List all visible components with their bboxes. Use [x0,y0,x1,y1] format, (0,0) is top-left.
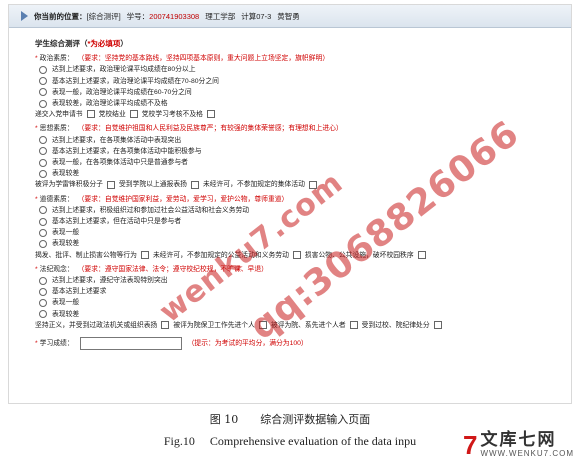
radio-button[interactable] [39,287,47,296]
location-value: [综合测评] [86,11,121,21]
section-requirement: （要求：坚持党的基本路线，坚持四项基本原则，重大问题上立场坚定，旗帜鲜明） [77,55,330,63]
logo-text: 文库七网 WWW.WENKU7.COM [480,430,574,459]
radio-button[interactable] [39,158,47,167]
score-label: 学习成绩： [39,339,74,347]
radio-button[interactable] [39,99,47,108]
checkbox[interactable] [106,180,115,189]
radio-label: 表现较差，政治理论课平均成绩不及格 [52,100,168,108]
radio-button[interactable] [39,77,47,86]
radio-button[interactable] [39,299,47,308]
checkbox-label: 未经许可，不参加规定的集体活动 [202,181,305,189]
radio-option[interactable]: 基本达到上述要求，政治理论课平均成绩在70-80分之间 [35,76,571,87]
dept: 理工学部 [205,11,236,21]
checkbox[interactable] [129,110,138,119]
section-label: 政治素质： [39,55,74,63]
extra-checkboxes: 揭发、批评、制止损害公物等行为 未经许可，不参加规定的公益活动和义务劳动 损害公物、… [35,250,571,261]
location-label: 你当前的位置： [34,11,87,21]
extra-checkboxes: 递交入党申请书 党校结业 党校学习考核不及格 [35,109,571,120]
radio-button[interactable] [39,217,47,226]
checkbox-label: 受到过校、院纪律处分 [361,321,430,329]
checkbox[interactable] [417,250,426,259]
radio-label: 达到上述要求，遵纪守法表现特别突出 [52,277,168,285]
radio-button[interactable] [39,147,47,156]
radio-option[interactable]: 表现较差 [35,238,571,249]
site-logo: 7 文库七网 WWW.WENKU7.COM [462,429,574,460]
logo-mark: 7 [462,429,478,460]
radio-button[interactable] [39,276,47,285]
extra-checkboxes: 坚持正义，并受到过政法机关或组织表扬 被评为院保卫工作先进个人 被评为院、系先进个人… [35,320,571,331]
student-name: 黄智勇 [277,11,300,21]
radio-label: 基本达到上述要求 [52,288,107,296]
form-title-text: 学生综合测评（ [35,39,88,48]
radio-label: 表现一般 [52,229,80,237]
checkbox-label: 受到学院以上通报表扬 [118,181,187,189]
caption-cn: 图 10 综合测评数据输入页面 [209,413,371,426]
checkbox-label: 被评为学雷锋积极分子 [35,181,103,189]
radio-label: 达到上述要求，在各项集体活动中表现突出 [52,136,182,144]
radio-label: 表现较差 [52,310,80,318]
location-bar: 你当前的位置： [综合测评] 学号： 200741903308 理工学部 计算0… [9,5,571,28]
checkbox[interactable] [206,110,215,119]
radio-button[interactable] [39,169,47,178]
checkbox[interactable] [86,110,95,119]
form-title-end: ） [120,39,128,48]
form-title: 学生综合测评（*为必填项） [35,38,571,49]
radio-button[interactable] [39,310,47,319]
radio-option[interactable]: 达到上述要求，政治理论课平均成绩在80分以上 [35,64,571,75]
checkbox[interactable] [190,180,199,189]
radio-button[interactable] [39,136,47,145]
radio-label: 表现较差 [52,240,80,248]
score-input[interactable] [79,337,182,351]
radio-button[interactable] [39,66,47,74]
radio-button[interactable] [39,88,47,97]
radio-option[interactable]: 表现一般，政治理论课平均成绩在60-70分之间 [35,87,571,98]
score-hint: （提示：为考试的平均分，满分为100） [187,339,308,347]
required-star: * [35,55,38,63]
required-note: *为必填项 [87,39,121,48]
student-id-label: 学号： [126,11,150,21]
radio-label: 基本达到上述要求，政治理论课平均成绩在70-80分之间 [52,77,219,85]
checkbox-label: 坚持正义，并受到过政法机关或组织表扬 [35,321,158,329]
radio-button[interactable] [39,240,47,249]
section-header: * 政治素质： （要求：坚持党的基本路线，坚持四项基本原则，重大问题上立场坚定，旗帜… [35,53,571,64]
checkbox[interactable] [292,250,301,259]
arrow-icon [21,11,28,21]
checkbox-label: 党校结业 [98,111,126,119]
student-id: 200741903308 [149,11,200,21]
form-section: * 政治素质： （要求：坚持党的基本路线，坚持四项基本原则，重大问题上立场坚定，旗帜… [35,53,571,120]
checkbox-label: 党校学习考核不及格 [141,111,203,119]
radio-label: 表现一般，在各项集体活动中只是普通参与者 [52,159,188,167]
section-label: 道德素质： [39,195,74,203]
radio-button[interactable] [39,206,47,215]
score-row: * 学习成绩： （提示：为考试的平均分，满分为100） [35,337,571,351]
radio-label: 达到上述要求，政治理论课平均成绩在80分以上 [52,66,196,74]
checkbox[interactable] [140,250,149,259]
required-star: * [35,125,38,133]
section-requirement: （要求：自觉维护国家利益，爱劳动，爱学习，爱护公物，尊师重道） [77,195,289,203]
section-label: 法纪观念： [39,265,74,273]
checkbox[interactable] [349,321,358,330]
radio-label: 表现较差 [52,170,80,178]
logo-url: WWW.WENKU7.COM [480,449,574,458]
radio-label: 表现一般 [52,299,80,307]
checkbox-label: 揭发、批评、制止损害公物等行为 [35,251,137,259]
class-name: 计算07-3 [241,11,272,21]
section-requirement: （要求：自觉维护祖国和人民利益及民族尊严；有较强的集体荣誉感；有理想和上进心） [77,125,343,133]
radio-label: 基本达到上述要求，但在活动中只是参与者 [52,218,182,226]
checkbox[interactable] [433,321,442,330]
checkbox-label: 被评为院保卫工作先进个人 [173,321,255,329]
checkbox-label: 递交入党申请书 [35,111,83,119]
radio-label: 基本达到上述要求，在各项集体活动中能积极参与 [52,147,202,155]
radio-label: 达到上述要求，积极组织过和参加过社会公益活动和社会义务劳动 [52,206,250,214]
logo-cn: 文库七网 [480,430,557,449]
required-star: * [35,195,38,203]
required-star: * [35,339,38,347]
required-star: * [35,265,38,273]
radio-button[interactable] [39,228,47,237]
radio-option[interactable]: 表现较差，政治理论课平均成绩不及格 [35,98,571,109]
radio-label: 表现一般，政治理论课平均成绩在60-70分之间 [52,88,192,96]
section-label: 思想素质： [39,125,74,133]
